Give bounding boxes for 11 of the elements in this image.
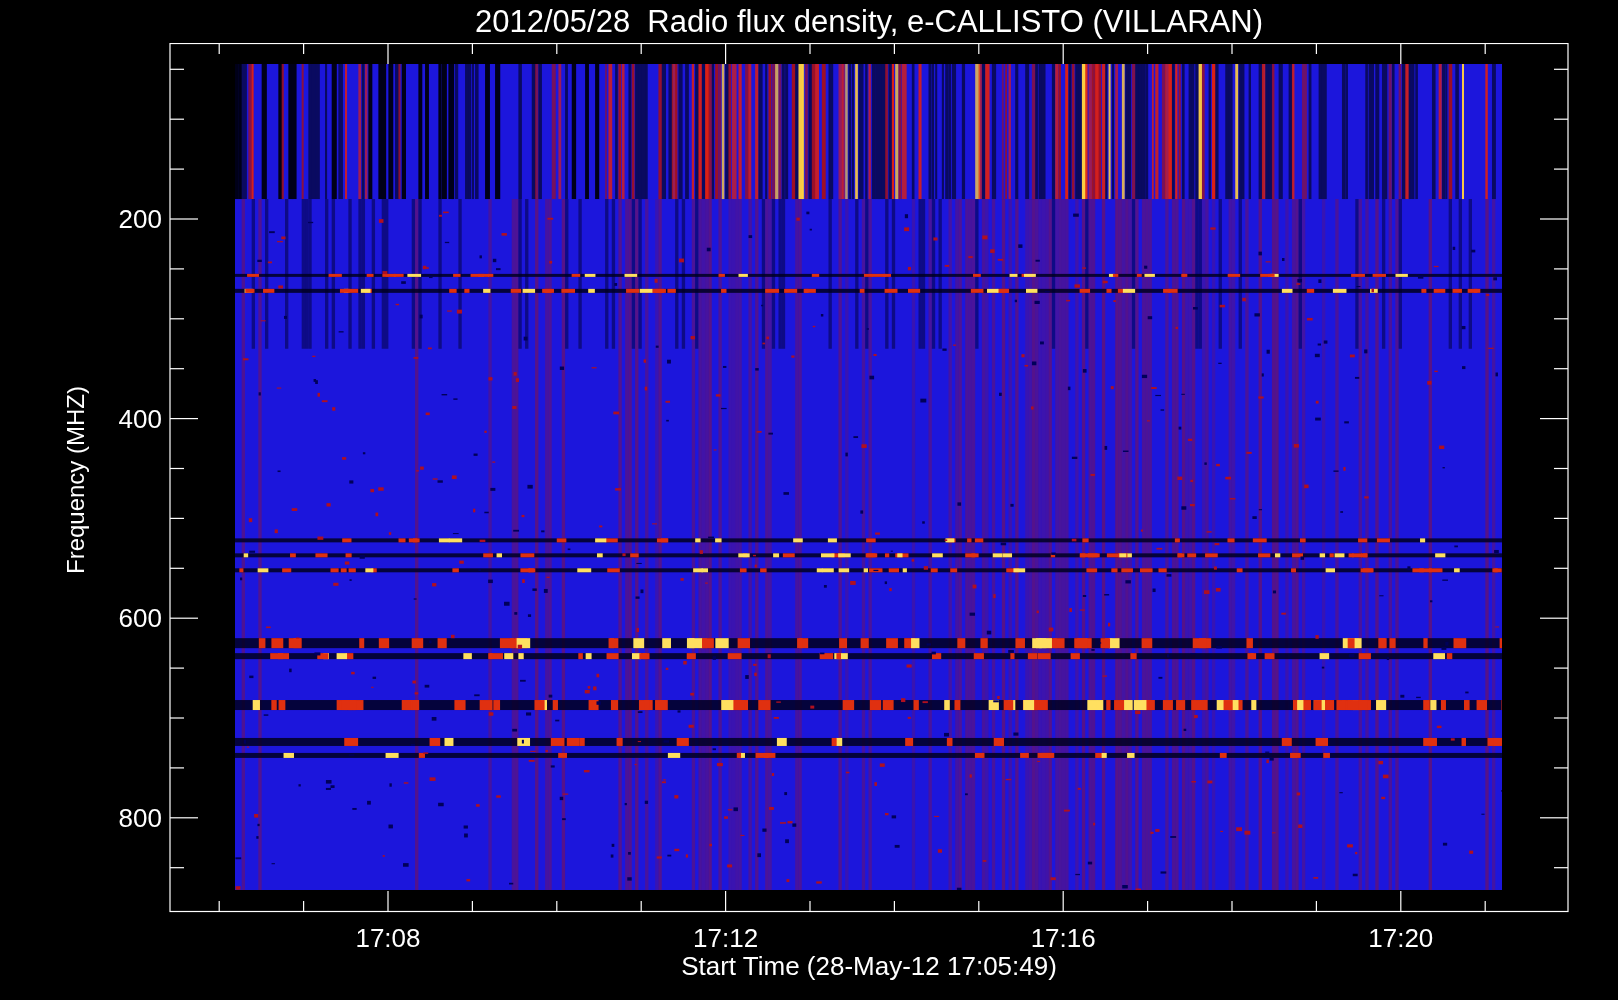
x-axis-label: Start Time (28-May-12 17:05:49) xyxy=(681,951,1057,981)
y-tick-label: 600 xyxy=(118,603,162,634)
y-axis-label: Frequency (MHZ) xyxy=(62,386,89,574)
y-tick-label: 400 xyxy=(118,403,162,434)
chart-title: 2012/05/28 Radio flux density, e-CALLISTO (VILLARAN) xyxy=(474,6,1263,37)
x-tick-label: 17:12 xyxy=(693,923,759,953)
x-tick-label: 17:16 xyxy=(1030,923,1096,953)
y-tick-label: 200 xyxy=(118,204,162,234)
x-tick-label: 17:20 xyxy=(1368,923,1434,953)
x-tick-label: 17:08 xyxy=(355,923,421,953)
y-tick-label: 800 xyxy=(118,802,162,833)
